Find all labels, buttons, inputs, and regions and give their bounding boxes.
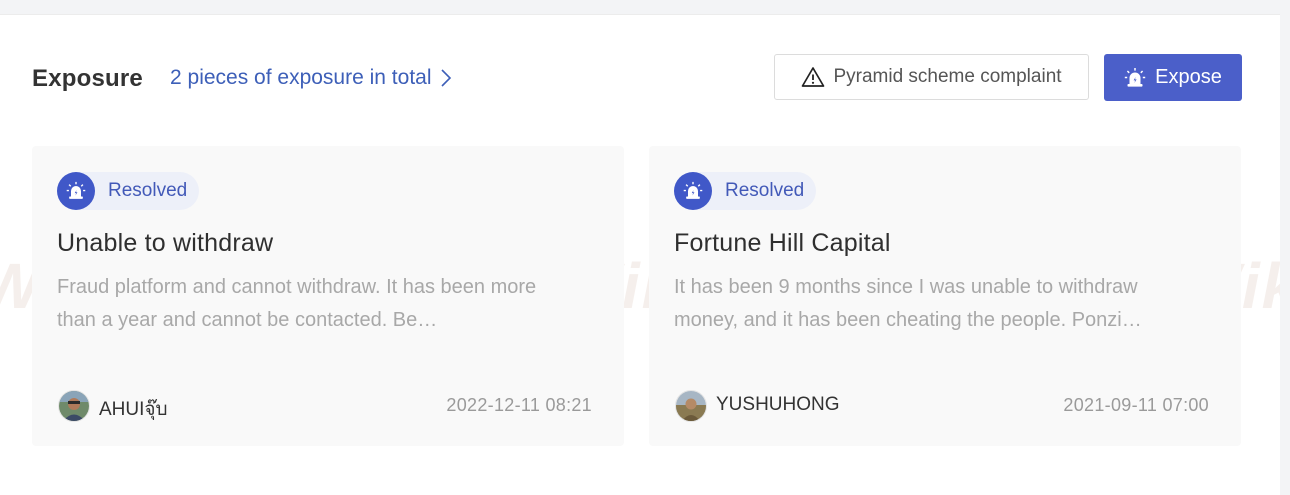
status-badge: Resolved xyxy=(674,172,817,210)
card-description: Fraud platform and cannot withdraw. It h… xyxy=(57,276,537,331)
expose-label: Expose xyxy=(1155,66,1222,88)
alarm-siren-icon xyxy=(57,172,95,210)
post-date: 2021-09-11 07:00 xyxy=(1063,395,1209,415)
author-name: YUSHUHONG xyxy=(716,394,840,415)
author-name: AHUIจุ๊บ xyxy=(99,399,168,420)
status-badge: Resolved xyxy=(57,172,200,210)
exposure-total-label: 2 pieces of exposure in total xyxy=(170,66,432,89)
card-title: Fortune Hill Capital xyxy=(674,229,891,257)
page-edge xyxy=(1280,0,1290,494)
expose-button[interactable]: Expose xyxy=(1104,54,1242,101)
alarm-siren-icon xyxy=(674,172,712,210)
exposure-panel: WikiFX WikiFX WikiFX Exposure 2 pieces o… xyxy=(0,14,1290,495)
warning-triangle-icon xyxy=(802,67,825,87)
exposure-total-link[interactable]: 2 pieces of exposure in total xyxy=(170,66,452,90)
alarm-siren-icon xyxy=(1124,67,1146,87)
post-date: 2022-12-11 08:21 xyxy=(446,395,592,415)
exposure-card[interactable]: Resolved Unable to withdraw Fraud platfo… xyxy=(32,146,624,446)
card-description: It has been 9 months since I was unable … xyxy=(674,276,1142,331)
pyramid-complaint-label: Pyramid scheme complaint xyxy=(833,66,1062,87)
section-title: Exposure xyxy=(32,65,143,92)
exposure-card[interactable]: Resolved Fortune Hill Capital It has bee… xyxy=(649,146,1241,446)
exposure-header: Exposure 2 pieces of exposure in total P… xyxy=(32,15,1242,141)
avatar xyxy=(58,390,90,422)
chevron-right-icon xyxy=(440,69,451,87)
avatar xyxy=(675,390,707,422)
status-label: Resolved xyxy=(108,180,188,201)
pyramid-complaint-button[interactable]: Pyramid scheme complaint xyxy=(774,54,1089,100)
card-title: Unable to withdraw xyxy=(57,229,274,257)
status-label: Resolved xyxy=(725,180,805,201)
